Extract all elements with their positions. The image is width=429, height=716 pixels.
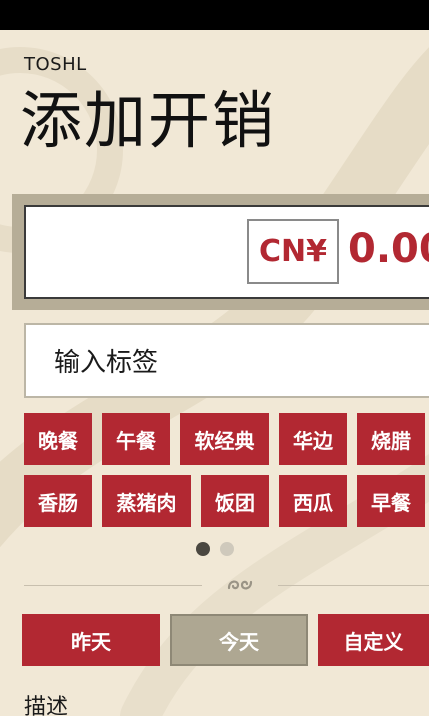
tag-input[interactable]: 输入标签 [24, 323, 429, 398]
description-label: 描述 [24, 695, 69, 716]
tag-button[interactable]: 午餐 [102, 413, 170, 465]
currency-button[interactable]: CN¥ [247, 219, 339, 284]
page-indicator-active[interactable] [196, 542, 210, 556]
tag-button[interactable]: 软经典 [180, 413, 269, 465]
divider-line-left [24, 585, 202, 586]
page-title: 添加开销 [20, 84, 277, 157]
yesterday-button[interactable]: 昨天 [22, 614, 160, 666]
custom-date-button[interactable]: 自定义 [318, 614, 429, 666]
tag-button[interactable]: 西瓜 [279, 475, 347, 527]
tag-button[interactable]: 晚餐 [24, 413, 92, 465]
tag-button[interactable]: 烧腊 [357, 413, 425, 465]
tag-button[interactable]: 蒸猪肉 [102, 475, 191, 527]
tag-button[interactable]: 饭团 [201, 475, 269, 527]
amount-value[interactable]: 0.00 [348, 226, 429, 272]
tag-button[interactable]: 香肠 [24, 475, 92, 527]
divider-line-right [278, 585, 429, 586]
status-bar [0, 0, 429, 30]
app-name: TOSHL [24, 54, 87, 75]
tag-button[interactable]: 华边 [279, 413, 347, 465]
today-button[interactable]: 今天 [170, 614, 308, 666]
tag-button[interactable]: 早餐 [357, 475, 425, 527]
swirl-ornament-icon [227, 580, 253, 590]
page-indicator-inactive[interactable] [220, 542, 234, 556]
